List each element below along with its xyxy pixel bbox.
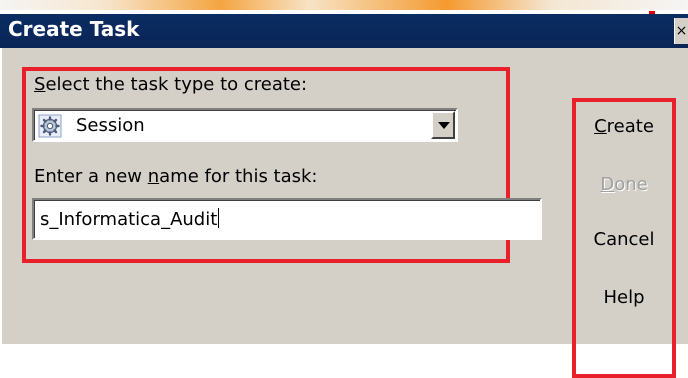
- task-type-label: Select the task type to create:: [34, 74, 308, 95]
- task-type-dropdown[interactable]: Session: [32, 108, 458, 142]
- task-type-value: Session: [76, 115, 145, 136]
- decorative-top-banner: [0, 0, 688, 10]
- close-icon: ×: [675, 23, 688, 39]
- dialog-body: Select the task type to create: Session …: [0, 48, 688, 378]
- task-name-input[interactable]: s_Informatica_Audit: [32, 198, 542, 240]
- session-gear-icon: [38, 114, 62, 138]
- dropdown-button[interactable]: [431, 111, 455, 139]
- cancel-button[interactable]: Cancel: [580, 220, 668, 260]
- task-name-label: Enter a new name for this task:: [34, 166, 318, 187]
- task-name-value: s_Informatica_Audit: [40, 208, 220, 230]
- help-button[interactable]: Help: [580, 278, 668, 318]
- window-title: Create Task: [8, 17, 140, 41]
- chevron-down-icon: [438, 122, 450, 129]
- done-button[interactable]: Done: [580, 165, 668, 205]
- close-button[interactable]: ×: [674, 18, 688, 44]
- create-button[interactable]: Create: [580, 107, 668, 147]
- window-titlebar: Create Task ×: [0, 14, 688, 48]
